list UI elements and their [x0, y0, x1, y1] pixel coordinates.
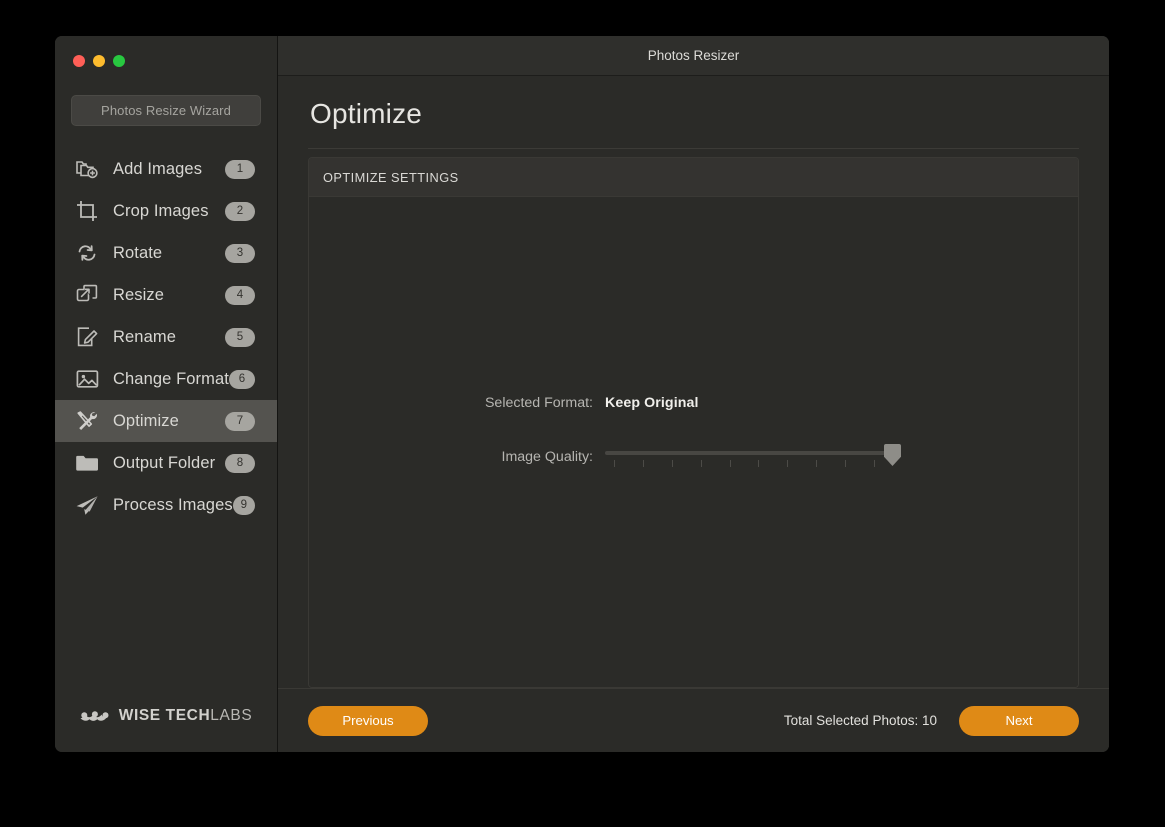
sidebar-item-label: Resize — [113, 285, 165, 304]
selected-format-row: Selected Format: Keep Original — [309, 395, 1078, 411]
main-area: Photos Resizer Optimize OPTIMIZE SETTING… — [278, 36, 1109, 752]
slider-tick — [614, 460, 615, 467]
sidebar-item-label: Add Images — [113, 159, 203, 178]
slider-tick — [845, 460, 846, 467]
sidebar-item-badge: 5 — [225, 327, 255, 347]
slider-ticks — [605, 460, 901, 468]
footer-bar: Previous Total Selected Photos: 10 Next — [278, 688, 1109, 752]
panel-header-label: OPTIMIZE SETTINGS — [323, 169, 459, 185]
panel-body: Selected Format: Keep Original Image Qua… — [309, 197, 1078, 687]
panel-header: OPTIMIZE SETTINGS — [309, 158, 1078, 197]
image-icon — [73, 366, 101, 392]
image-quality-label: Image Quality: — [501, 449, 593, 465]
sidebar-item-label: Rotate — [113, 243, 163, 262]
sidebar-item-label: Output Folder — [113, 453, 216, 472]
sidebar: Photos Resize Wizard Add Images 1 Crop I… — [55, 36, 278, 752]
slider-tick — [758, 460, 759, 467]
slider-tick — [816, 460, 817, 467]
sidebar-item-rename[interactable]: Rename 5 — [55, 316, 277, 358]
sidebar-item-add-images[interactable]: Add Images 1 — [55, 148, 277, 190]
slider-tick — [787, 460, 788, 467]
sidebar-item-badge: 6 — [228, 369, 255, 389]
close-window-icon[interactable] — [73, 55, 85, 67]
wizard-button-label: Photos Resize Wizard — [101, 103, 231, 118]
brand-name-light: LABS — [210, 707, 253, 724]
slider-tick — [874, 460, 875, 467]
sidebar-item-process-images[interactable]: Process Images 9 — [55, 484, 277, 526]
app-window: Photos Resize Wizard Add Images 1 Crop I… — [55, 36, 1109, 752]
sidebar-item-label: Crop Images — [113, 201, 209, 220]
crop-icon — [73, 198, 101, 224]
slider-tick — [701, 460, 702, 467]
sidebar-item-change-format[interactable]: Change Format 6 — [55, 358, 277, 400]
sidebar-item-badge: 1 — [225, 159, 255, 179]
maximize-window-icon[interactable] — [113, 55, 125, 67]
total-selected-photos: Total Selected Photos: 10 — [783, 713, 937, 728]
sidebar-nav: Add Images 1 Crop Images 2 Rotate 3 Resi… — [55, 148, 277, 526]
sidebar-item-badge: 7 — [225, 411, 255, 431]
slider-tick — [643, 460, 644, 467]
sidebar-item-output-folder[interactable]: Output Folder 8 — [55, 442, 277, 484]
selected-format-value: Keep Original — [605, 395, 699, 411]
rotate-icon — [73, 240, 101, 266]
image-quality-row: Image Quality: — [309, 442, 1078, 472]
window-title: Photos Resizer — [647, 48, 740, 63]
sidebar-item-badge: 8 — [225, 453, 255, 473]
next-button[interactable]: Next — [959, 705, 1079, 736]
title-bar: Photos Resizer — [278, 36, 1109, 76]
sidebar-item-badge: 4 — [225, 285, 255, 305]
image-quality-slider[interactable] — [605, 442, 905, 472]
previous-button[interactable]: Previous — [308, 705, 428, 736]
sidebar-item-badge: 9 — [232, 495, 255, 515]
minimize-window-icon[interactable] — [93, 55, 105, 67]
wise-tech-labs-logo-icon — [80, 711, 109, 721]
photos-resize-wizard-button[interactable]: Photos Resize Wizard — [71, 95, 261, 126]
slider-tick — [730, 460, 731, 467]
optimize-settings-panel: OPTIMIZE SETTINGS Selected Format: Keep … — [308, 157, 1079, 688]
resize-icon — [73, 282, 101, 308]
window-controls — [55, 36, 277, 72]
rename-icon — [73, 324, 101, 350]
page-title: Optimize — [310, 98, 423, 129]
optimize-form: Selected Format: Keep Original Image Qua… — [309, 395, 1078, 472]
slider-track[interactable] — [605, 451, 901, 455]
brand-logo: WISE TECHLABS — [55, 706, 277, 726]
add-images-icon — [73, 156, 101, 182]
sidebar-item-badge: 2 — [225, 201, 255, 221]
sidebar-item-label: Process Images — [113, 495, 233, 514]
selected-format-label: Selected Format: — [484, 395, 593, 411]
sidebar-item-crop-images[interactable]: Crop Images 2 — [55, 190, 277, 232]
brand-name: WISE TECHLABS — [119, 707, 253, 725]
sidebar-item-label: Optimize — [113, 411, 179, 430]
sidebar-item-badge: 3 — [225, 243, 255, 263]
sidebar-item-label: Rename — [113, 327, 176, 346]
folder-icon — [73, 450, 101, 476]
title-divider — [308, 148, 1079, 149]
paper-plane-icon — [73, 492, 101, 518]
sidebar-item-optimize[interactable]: Optimize 7 — [55, 400, 277, 442]
brand-name-bold: WISE TECH — [118, 707, 211, 724]
sidebar-item-resize[interactable]: Resize 4 — [55, 274, 277, 316]
content-area: Optimize OPTIMIZE SETTINGS Selected Form… — [278, 76, 1109, 688]
sidebar-item-label: Change Format — [113, 369, 229, 388]
slider-tick — [672, 460, 673, 467]
sidebar-item-rotate[interactable]: Rotate 3 — [55, 232, 277, 274]
tools-icon — [73, 408, 101, 434]
